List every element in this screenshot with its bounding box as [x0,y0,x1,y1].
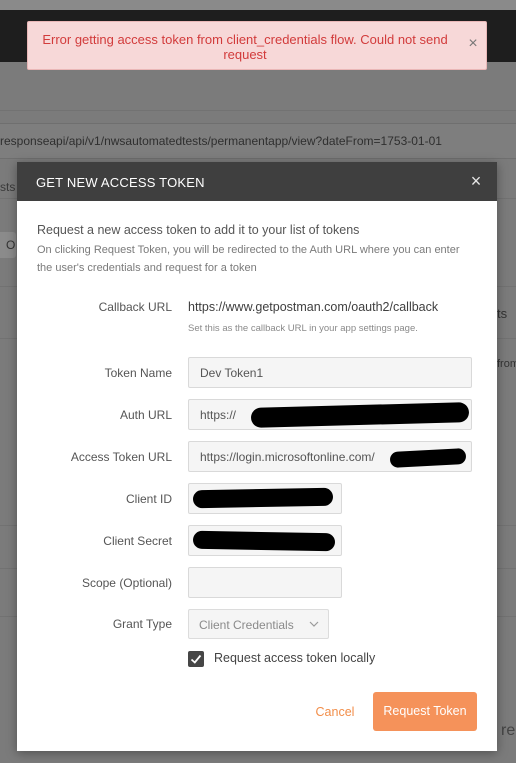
auth-url-label: Auth URL [119,408,172,422]
scope-input[interactable] [188,567,342,598]
error-toast: Error getting access token from client_c… [27,21,487,70]
request-url-text: responseapi/api/v1/nwsautomatedtests/per… [0,134,442,148]
app-top-strip [0,0,516,10]
request-locally-label: Request access token locally [214,651,376,665]
grant-type-select[interactable]: Client Credentials [188,609,329,639]
request-token-button[interactable]: Request Token [373,692,477,731]
token-name-label: Token Name [104,366,172,380]
modal-close-icon[interactable]: × [467,172,485,190]
access-token-url-value: https://login.microsoftonline.com/ [200,450,375,464]
checkmark-icon [190,654,202,664]
redaction-mark [192,487,334,509]
error-message: Error getting access token from client_c… [42,32,448,62]
grant-type-selected: Client Credentials [199,618,294,632]
tab-fragment: sts [0,180,16,194]
callback-url-label: Callback URL [98,300,172,314]
auth-url-value: https:// [200,408,237,422]
cancel-button[interactable]: Cancel [309,702,361,722]
grant-type-label: Grant Type [112,617,172,631]
scope-label: Scope (Optional) [81,576,172,590]
client-id-label: Client ID [125,492,172,506]
access-token-url-label: Access Token URL [70,450,172,464]
bg-text-fragment: re [501,722,516,739]
modal-intro-description: On clicking Request Token, you will be r… [37,244,460,274]
divider [0,110,516,111]
chevron-down-icon [309,621,319,627]
request-locally-checkbox[interactable] [188,651,204,667]
modal-intro: Request a new access token to add it to … [37,223,360,237]
bg-text-fragment: ts [497,306,508,321]
background-button-label: O [6,238,16,252]
token-name-input[interactable]: Dev Token1 [188,357,472,388]
client-secret-label: Client Secret [103,534,172,548]
get-access-token-modal: GET NEW ACCESS TOKEN × Request a new acc… [17,162,497,751]
modal-title: GET NEW ACCESS TOKEN [36,175,205,190]
modal-header: GET NEW ACCESS TOKEN × [17,162,497,201]
redaction-mark [192,530,336,552]
callback-url-hint: Set this as the callback URL in your app… [188,323,418,334]
callback-url-value: https://www.getpostman.com/oauth2/callba… [188,300,439,314]
toast-close-icon[interactable]: × [464,35,482,53]
bg-text-fragment: from [497,358,516,370]
